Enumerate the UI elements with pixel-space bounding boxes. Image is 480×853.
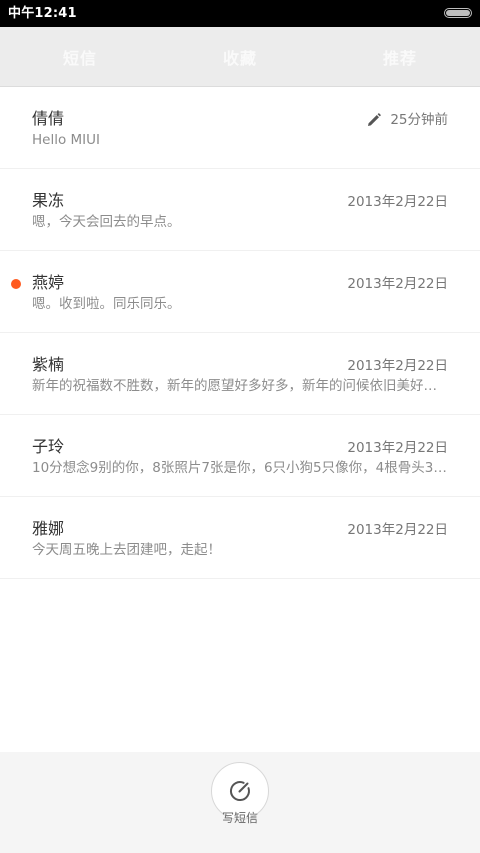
- unread-indicator: [11, 279, 21, 289]
- message-snippet: 10分想念9别的你，8张照片7张是你，6只小狗5只像你，4根骨头3根给你: [32, 460, 450, 476]
- status-time: 中午12:41: [8, 6, 77, 21]
- message-time: 2013年2月22日: [347, 358, 448, 374]
- message-snippet: 嗯，今天会回去的早点。: [32, 214, 181, 230]
- conversation-item[interactable]: 燕婷 2013年2月22日 嗯。收到啦。同乐同乐。: [0, 251, 480, 333]
- contact-name: 果冻: [32, 191, 65, 210]
- bottom-bar: 写短信: [0, 752, 480, 853]
- contact-name: 燕婷: [32, 273, 65, 292]
- message-snippet: 新年的祝福数不胜数，新年的愿望好多好多，新年的问候依旧美好，新年快乐！: [32, 378, 450, 394]
- contact-name: 紫楠: [32, 355, 65, 374]
- tab-bar: 短信 收藏 推荐: [0, 27, 480, 87]
- message-time-text: 25分钟前: [390, 112, 448, 128]
- battery-icon: [444, 8, 472, 18]
- message-time: 25分钟前: [367, 111, 448, 129]
- message-snippet: Hello MIUI: [32, 132, 101, 148]
- message-time: 2013年2月22日: [347, 522, 448, 538]
- status-bar: 中午12:41: [0, 0, 480, 27]
- conversation-item[interactable]: 倩倩 25分钟前 Hello MIUI: [0, 87, 480, 169]
- tab-sms[interactable]: 短信: [0, 27, 160, 86]
- conversation-item[interactable]: 雅娜 2013年2月22日 今天周五晚上去团建吧，走起！: [0, 497, 480, 579]
- contact-name: 子玲: [32, 437, 65, 456]
- battery-level: [446, 10, 470, 16]
- message-time: 2013年2月22日: [347, 276, 448, 292]
- draft-pencil-icon: [368, 113, 382, 126]
- contact-name: 倩倩: [32, 109, 65, 128]
- message-snippet: 今天周五晚上去团建吧，走起！: [32, 542, 221, 558]
- contact-name: 雅娜: [32, 519, 65, 538]
- conversation-list: 倩倩 25分钟前 Hello MIUI 果冻 2013年2月22日 嗯，今天会回…: [0, 87, 480, 579]
- message-snippet: 嗯。收到啦。同乐同乐。: [32, 296, 181, 312]
- conversation-item[interactable]: 果冻 2013年2月22日 嗯，今天会回去的早点。: [0, 169, 480, 251]
- compose-label: 写短信: [221, 811, 258, 825]
- conversation-item[interactable]: 紫楠 2013年2月22日 新年的祝福数不胜数，新年的愿望好多好多，新年的问候依…: [0, 333, 480, 415]
- compose-icon: [229, 781, 250, 802]
- tab-recommended[interactable]: 推荐: [320, 27, 480, 86]
- conversation-item[interactable]: 子玲 2013年2月22日 10分想念9别的你，8张照片7张是你，6只小狗5只像…: [0, 415, 480, 497]
- message-time: 2013年2月22日: [347, 194, 448, 210]
- tab-favorites[interactable]: 收藏: [160, 27, 320, 86]
- message-time: 2013年2月22日: [347, 440, 448, 456]
